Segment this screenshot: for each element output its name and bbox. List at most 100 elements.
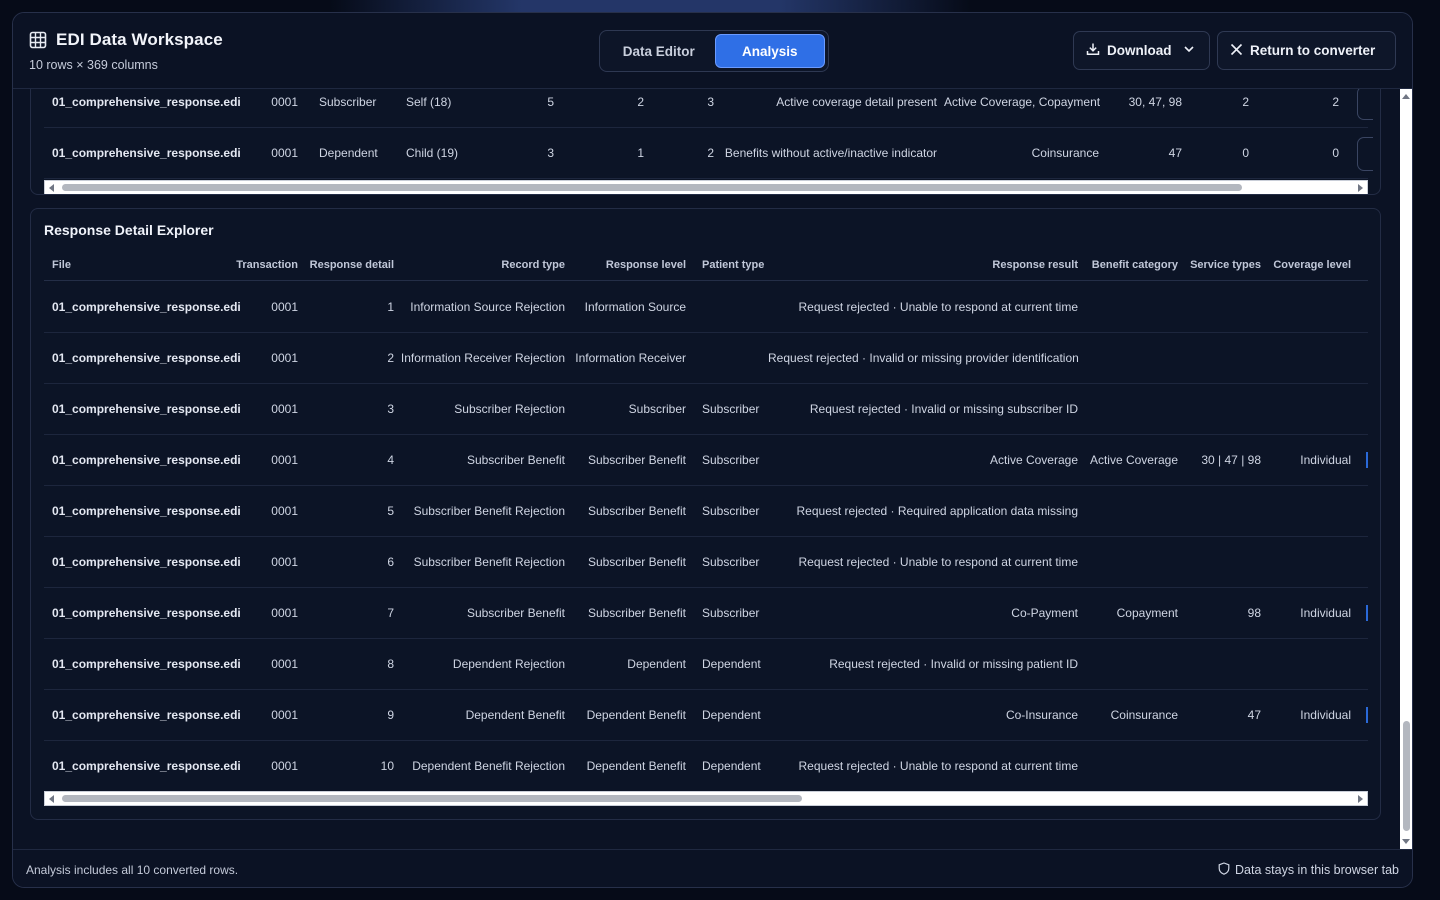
record-type-cell: Subscriber Rejection bbox=[454, 402, 565, 416]
response-level-cell: Subscriber Benefit bbox=[587, 555, 686, 569]
column-header-record-type[interactable]: Record type bbox=[444, 249, 565, 281]
file-cell: 01_comprehensive_response.edi bbox=[52, 555, 241, 569]
transaction-cell: 0001 bbox=[271, 300, 298, 314]
response-level-cell: Dependent Benefit bbox=[586, 759, 686, 773]
scroll-down-icon[interactable] bbox=[1402, 839, 1410, 844]
shield-icon bbox=[1218, 862, 1230, 878]
column-header-patient-type[interactable]: Patient type bbox=[702, 249, 792, 281]
table-row[interactable]: 01_comprehensive_response.edi 0001 5 Subscr… bbox=[44, 486, 1368, 537]
return-to-converter-button[interactable]: Return to converter bbox=[1217, 31, 1396, 70]
response-level-cell: Information Receiver bbox=[575, 351, 686, 365]
coverage-summary-cell: Active coverage detail present bbox=[776, 95, 937, 109]
service-types-cell bbox=[1184, 384, 1261, 435]
benefit-categories-cell: Active Coverage, Copayment bbox=[944, 95, 1101, 109]
page-vertical-scrollbar[interactable] bbox=[1400, 89, 1412, 849]
column-header-coverage-level[interactable]: Coverage level bbox=[1266, 249, 1351, 281]
table-row[interactable]: 01_comprehensive_response.edi 0001 7 Subscr… bbox=[44, 588, 1368, 639]
table-row: 01_comprehensive_response.edi 0001 Subsc… bbox=[44, 89, 1373, 128]
response-level-cell: Subscriber bbox=[628, 402, 686, 416]
scroll-thumb[interactable] bbox=[62, 184, 1242, 191]
service-types-cell: 47 bbox=[1247, 708, 1261, 722]
download-button[interactable]: Download bbox=[1073, 31, 1210, 70]
row-action-button[interactable] bbox=[1357, 89, 1373, 120]
column-header-response-detail[interactable]: Response detail bbox=[304, 249, 394, 281]
file-cell: 01_comprehensive_response.edi bbox=[52, 504, 241, 518]
transaction-cell: 0001 bbox=[271, 351, 298, 365]
dataset-size: 10 rows × 369 columns bbox=[29, 58, 158, 72]
count-cell: 2 bbox=[1332, 95, 1339, 109]
tab-data-editor[interactable]: Data Editor bbox=[603, 34, 715, 68]
overflow-cell-indicator bbox=[1366, 707, 1368, 723]
table-row[interactable]: 01_comprehensive_response.edi 0001 9 Depend… bbox=[44, 690, 1368, 741]
file-cell: 01_comprehensive_response.edi bbox=[52, 146, 241, 160]
column-header-file[interactable]: File bbox=[52, 249, 152, 281]
scroll-right-icon[interactable] bbox=[1358, 184, 1363, 192]
column-header-transaction[interactable]: Transaction bbox=[224, 249, 298, 281]
scroll-up-icon[interactable] bbox=[1402, 94, 1410, 99]
summary-horizontal-scrollbar[interactable] bbox=[44, 180, 1368, 194]
response-detail-cell: 7 bbox=[387, 606, 394, 620]
scroll-thumb[interactable] bbox=[1403, 721, 1410, 831]
benefit-category-cell bbox=[1084, 282, 1178, 333]
record-type-cell: Subscriber Benefit bbox=[466, 606, 565, 620]
column-header-response-result[interactable]: Response result bbox=[878, 249, 1078, 281]
title-row: EDI Data Workspace bbox=[29, 30, 223, 50]
column-header-benefit-category[interactable]: Benefit category bbox=[1084, 249, 1178, 281]
view-switcher: Data Editor Analysis bbox=[599, 30, 829, 72]
table-row[interactable]: 01_comprehensive_response.edi 0001 6 Subscr… bbox=[44, 537, 1368, 588]
row-action-button[interactable] bbox=[1357, 137, 1373, 171]
coverage-level-cell bbox=[1266, 639, 1351, 690]
response-detail-cell: 2 bbox=[387, 351, 394, 365]
count-cell: 2 bbox=[637, 95, 644, 109]
response-level-cell: Dependent bbox=[627, 657, 686, 671]
coverage-level-cell: Individual bbox=[1300, 606, 1351, 620]
file-cell: 01_comprehensive_response.edi bbox=[52, 759, 241, 773]
table-row[interactable]: 01_comprehensive_response.edi 0001 4 Subscr… bbox=[44, 435, 1368, 486]
response-detail-cell: 4 bbox=[387, 453, 394, 467]
scroll-left-icon[interactable] bbox=[49, 184, 54, 192]
response-result-cell: Request rejected · Invalid or missing su… bbox=[809, 402, 1078, 416]
record-type-cell: Information Receiver Rejection bbox=[400, 351, 565, 365]
scroll-left-icon[interactable] bbox=[49, 795, 54, 803]
table-row[interactable]: 01_comprehensive_response.edi 0001 1 Inform… bbox=[44, 282, 1368, 333]
file-cell: 01_comprehensive_response.edi bbox=[52, 657, 241, 671]
service-types-cell bbox=[1184, 639, 1261, 690]
explorer-horizontal-scrollbar[interactable] bbox=[44, 791, 1368, 806]
analysis-scope-note: Analysis includes all 10 converted rows. bbox=[26, 863, 239, 877]
coverage-level-cell bbox=[1266, 282, 1351, 333]
service-types-cell: 47 bbox=[1168, 146, 1182, 160]
transaction-cell: 0001 bbox=[271, 657, 298, 671]
benefit-category-cell bbox=[1084, 537, 1178, 588]
table-row[interactable]: 01_comprehensive_response.edi 0001 2 Inform… bbox=[44, 333, 1368, 384]
workspace-footer: Analysis includes all 10 converted rows.… bbox=[13, 849, 1412, 887]
table-row[interactable]: 01_comprehensive_response.edi 0001 8 Depend… bbox=[44, 639, 1368, 690]
title-block: EDI Data Workspace 10 rows × 369 columns bbox=[29, 30, 223, 72]
table-row[interactable]: 01_comprehensive_response.edi 0001 10 Depen… bbox=[44, 741, 1368, 792]
file-cell: 01_comprehensive_response.edi bbox=[52, 95, 241, 109]
transaction-cell: 0001 bbox=[271, 708, 298, 722]
response-result-cell: Request rejected · Unable to respond at … bbox=[798, 300, 1078, 314]
column-header-service-types[interactable]: Service types bbox=[1184, 249, 1261, 281]
file-cell: 01_comprehensive_response.edi bbox=[52, 351, 241, 365]
record-type-cell: Information Source Rejection bbox=[410, 300, 565, 314]
benefit-category-cell: Coinsurance bbox=[1110, 708, 1178, 722]
benefit-category-cell bbox=[1084, 384, 1178, 435]
response-detail-cell: 9 bbox=[387, 708, 394, 722]
response-level-cell: Dependent Benefit bbox=[586, 708, 686, 722]
response-detail-explorer: Response Detail Explorer File Transactio… bbox=[30, 208, 1381, 820]
workspace-header: EDI Data Workspace 10 rows × 369 columns… bbox=[13, 13, 1412, 89]
coverage-level-cell: Individual bbox=[1300, 453, 1351, 467]
benefit-category-cell: Active Coverage bbox=[1089, 453, 1178, 467]
scroll-right-icon[interactable] bbox=[1358, 795, 1363, 803]
response-detail-cell: 5 bbox=[387, 504, 394, 518]
column-header-response-level[interactable]: Response level bbox=[574, 249, 686, 281]
response-result-cell: Request rejected · Invalid or missing pa… bbox=[829, 657, 1078, 671]
table-row[interactable]: 01_comprehensive_response.edi 0001 3 Subscr… bbox=[44, 384, 1368, 435]
patient-type-cell: Subscriber bbox=[319, 95, 377, 109]
tab-analysis[interactable]: Analysis bbox=[714, 34, 825, 68]
coverage-level-cell bbox=[1266, 333, 1351, 384]
response-result-cell: Request rejected · Required application … bbox=[796, 504, 1079, 518]
workspace-window: EDI Data Workspace 10 rows × 369 columns… bbox=[12, 12, 1413, 888]
response-result-cell: Request rejected · Invalid or missing pr… bbox=[768, 351, 1079, 365]
scroll-thumb[interactable] bbox=[62, 795, 802, 802]
